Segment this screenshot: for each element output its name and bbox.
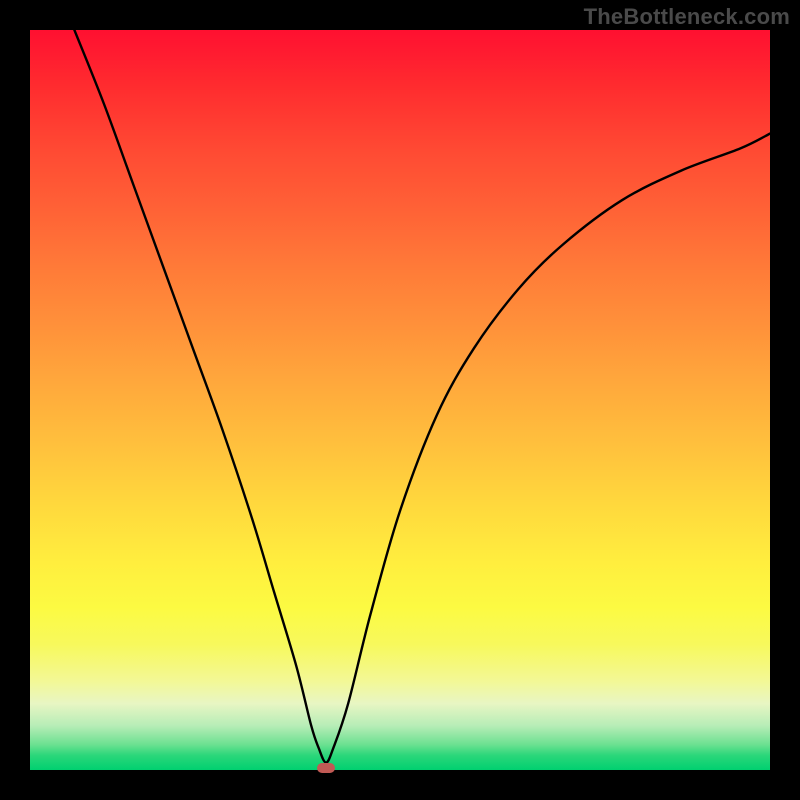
curve-svg xyxy=(30,30,770,770)
optimal-marker xyxy=(317,763,335,773)
chart-container: TheBottleneck.com xyxy=(0,0,800,800)
bottleneck-curve-path xyxy=(74,30,770,763)
watermark-text: TheBottleneck.com xyxy=(584,4,790,30)
